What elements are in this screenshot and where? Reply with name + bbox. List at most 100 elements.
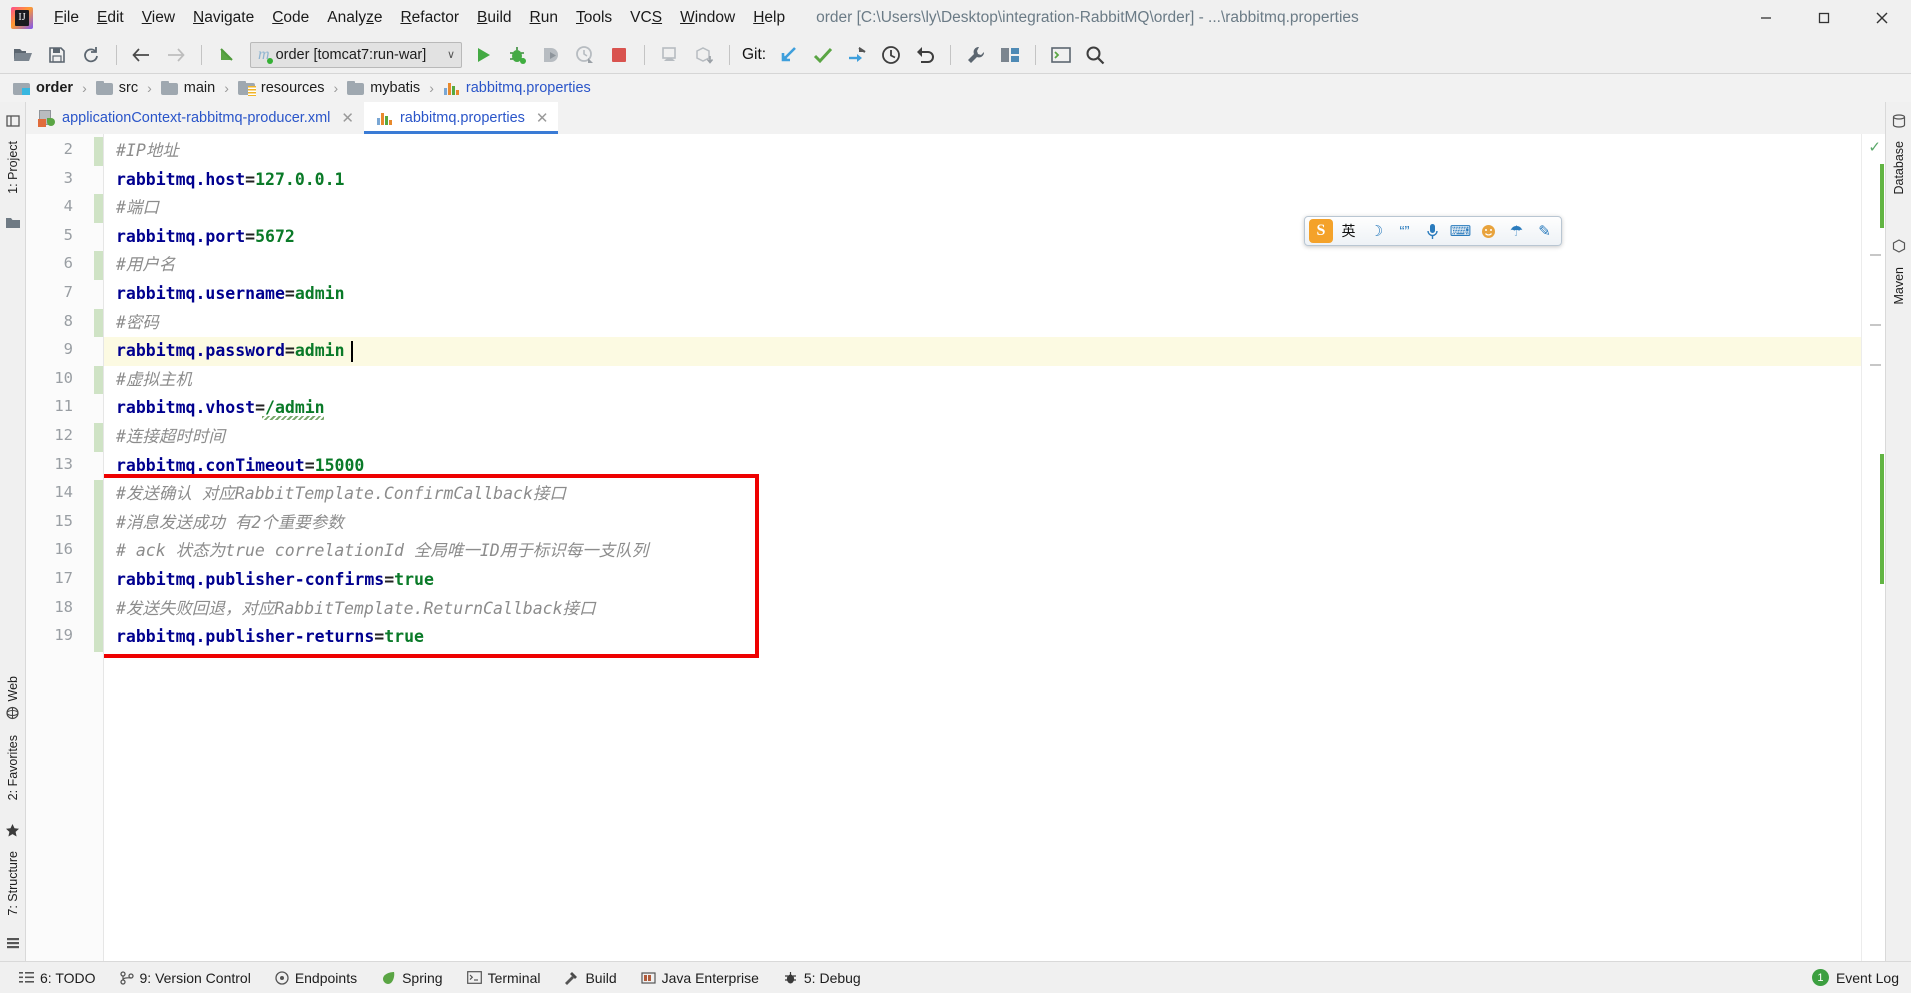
terminal-icon [466,971,482,984]
stop-icon[interactable] [604,40,634,70]
debug-icon[interactable] [502,40,532,70]
breadcrumb-item-src[interactable]: src [93,80,141,96]
maximize-button[interactable] [1795,0,1853,36]
folder-icon[interactable] [5,216,20,231]
commit-checkmark-icon[interactable] [808,40,838,70]
menu-item-file[interactable]: File [45,6,88,30]
editor-tab-label: rabbitmq.properties [399,110,525,126]
wrench-settings-icon[interactable] [961,40,991,70]
update-project-icon[interactable] [774,40,804,70]
menu-item-tools[interactable]: Tools [567,6,621,30]
breadcrumb-item-mybatis[interactable]: mybatis [344,80,423,96]
code-marker [1870,254,1881,256]
code-token-cmt: #消息发送成功 有2个重要参数 [116,512,344,532]
status-item-spring[interactable]: Spring [370,962,453,993]
rollback-icon[interactable] [910,40,940,70]
event-log-area[interactable]: 1 Event Log [1811,969,1899,986]
breadcrumb-separator: › [147,80,152,96]
ime-floating-toolbar[interactable]: S 英 ☽ “” ⌨ ☂ ✎ [1304,216,1562,246]
tools-icon[interactable]: ✎ [1532,218,1557,244]
editor-marker-strip[interactable]: ✓ [1861,134,1885,961]
open-folder-icon[interactable] [8,40,38,70]
menu-item-run[interactable]: Run [521,6,567,30]
run-icon[interactable] [468,40,498,70]
title-bar: IJ File Edit View Navigate Code Analyze Refact… [0,0,1911,36]
menu-item-build[interactable]: Build [468,6,520,30]
search-everywhere-icon[interactable] [1080,40,1110,70]
umbrella-icon[interactable]: ☂ [1504,218,1529,244]
menu-item-analyze[interactable]: Analyze [318,6,391,30]
moon-icon[interactable]: ☽ [1364,218,1389,244]
status-item-debug[interactable]: 5: Debug [772,962,872,993]
status-item-java-enterprise[interactable]: Java Enterprise [630,962,770,993]
push-icon[interactable] [842,40,872,70]
close-button[interactable] [1853,0,1911,36]
event-log-badge: 1 [1811,969,1829,986]
sidebar-item-web[interactable]: Web [6,668,20,727]
breadcrumb-item-resources[interactable]: resources [235,80,328,96]
terminal-icon[interactable] [1046,40,1076,70]
vcs-change-marker [1880,454,1884,584]
quotes-icon[interactable]: “” [1392,218,1417,244]
menu-item-view[interactable]: View [133,6,184,30]
sogou-ime-logo-icon[interactable]: S [1309,219,1333,243]
status-item-todo[interactable]: 6: TODO [8,962,107,993]
status-item-label: 6: TODO [40,969,96,986]
status-item-version-control[interactable]: 9: Version Control [109,962,262,993]
code-line-6: #用户名 [116,251,175,280]
project-structure-icon[interactable] [995,40,1025,70]
arrow-back-icon[interactable] [127,40,157,70]
toolbar-separator [116,44,117,65]
breadcrumb-item-rabbitmq-properties[interactable]: rabbitmq.properties [440,80,594,96]
code-token-val: admin [294,341,345,361]
sidebar-item-database[interactable]: Database [1892,133,1906,203]
code-token-key: rabbitmq.vhost [116,398,256,418]
code-marker [1870,364,1881,366]
code-token-cmt: #端口 [116,198,159,218]
keyboard-icon[interactable]: ⌨ [1448,218,1473,244]
close-icon[interactable]: ✕ [536,109,549,127]
ime-language-mode-english[interactable]: 英 [1336,218,1361,244]
sidebar-item-favorites[interactable]: 2: Favorites [6,727,20,818]
editor-tab-rabbitmq-properties[interactable]: rabbitmq.properties ✕ [363,102,559,134]
menu-item-edit[interactable]: Edit [88,6,133,30]
sidebar-item-structure[interactable]: 7: Structure [6,843,20,930]
project-tool-icon[interactable] [5,113,20,128]
code-text-area[interactable]: #IP地址 rabbitmq.host=127.0.0.1 #端口 rabbitmq.… [104,134,1861,961]
editor-gutter[interactable]: 2 3 4 5 6 7 8 9 10 11 12 13 14 15 16 17 18 19 [26,134,104,961]
maven-tool-icon[interactable] [1891,239,1906,254]
favorites-star-icon[interactable] [5,823,20,838]
database-tool-icon[interactable] [1891,113,1906,128]
code-token-cmt: #发送确认 对应RabbitTemplate.ConfirmCallback接口 [116,484,566,504]
menu-item-code[interactable]: Code [263,6,318,30]
sidebar-item-maven[interactable]: Maven [1892,259,1906,313]
status-item-build[interactable]: Build [553,962,627,993]
status-item-endpoints[interactable]: Endpoints [264,962,368,993]
toolbar-separator [1035,44,1037,65]
chevron-down-icon[interactable]: ∨ [447,48,455,61]
save-icon[interactable] [42,40,72,70]
breadcrumb-item-main[interactable]: main [158,80,218,96]
run-configuration-selector[interactable]: m order [tomcat7:run-war] ∨ [250,41,462,68]
emoji-icon[interactable] [1476,218,1501,244]
microphone-icon[interactable] [1420,218,1445,244]
menu-item-window[interactable]: Window [671,6,744,30]
history-clock-icon[interactable] [876,40,906,70]
menu-item-vcs[interactable]: VCS [621,6,671,30]
sync-icon[interactable] [76,40,106,70]
menu-item-navigate[interactable]: Navigate [184,6,263,30]
editor-tab-applicationcontext-rabbitmq-producer-xml[interactable]: applicationContext-rabbitmq-producer.xml… [26,102,364,134]
structure-tool-icon[interactable] [5,935,20,950]
event-log-label[interactable]: Event Log [1836,970,1899,986]
gutter-line-number: 2 [63,140,73,158]
sidebar-item-project[interactable]: 1: Project [6,133,20,202]
menu-item-refactor[interactable]: Refactor [391,6,468,30]
code-token-eq: = [284,284,295,303]
breadcrumb-item-order[interactable]: order [10,80,76,96]
close-icon[interactable]: ✕ [341,109,354,127]
jump-to-source-icon[interactable] [212,40,242,70]
code-line-13: rabbitmq.conTimeout=15000 [116,452,364,481]
status-item-terminal[interactable]: Terminal [456,962,552,993]
minimize-button[interactable] [1737,0,1795,36]
menu-item-help[interactable]: Help [744,6,794,30]
